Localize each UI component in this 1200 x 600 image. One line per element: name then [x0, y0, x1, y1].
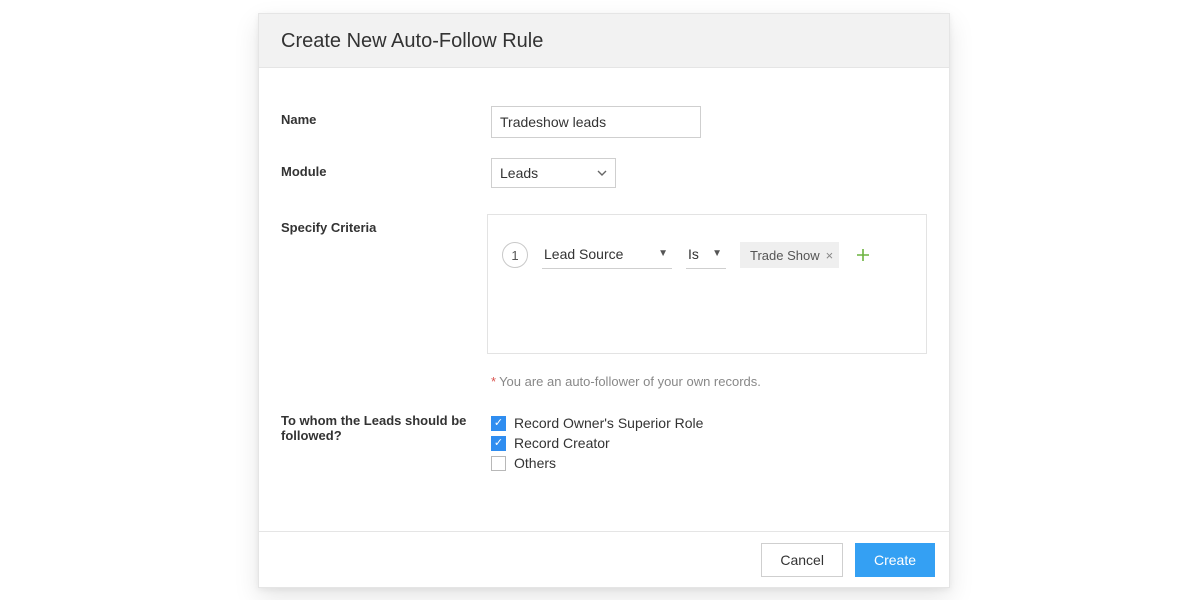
- follower-option: Record Owner's Superior Role: [491, 415, 927, 431]
- criteria-note-text: You are an auto-follower of your own rec…: [499, 374, 761, 389]
- criteria-box: 1 Lead Source ▼ Is ▼ Trade Show ×: [487, 214, 927, 354]
- control-module: Leads: [491, 158, 927, 188]
- follower-label: Others: [514, 455, 556, 471]
- caret-down-icon: ▼: [712, 248, 722, 259]
- remove-chip-icon[interactable]: ×: [826, 248, 834, 263]
- rule-name-input[interactable]: [491, 106, 701, 138]
- control-name: [491, 106, 927, 138]
- chevron-down-icon: [597, 170, 607, 176]
- follower-label: Record Owner's Superior Role: [514, 415, 703, 431]
- create-button[interactable]: Create: [855, 543, 935, 577]
- criteria-field-select[interactable]: Lead Source ▼: [542, 241, 672, 269]
- label-criteria: Specify Criteria: [281, 214, 487, 235]
- criteria-value-chip[interactable]: Trade Show ×: [740, 242, 839, 268]
- checkbox-record-creator[interactable]: [491, 436, 506, 451]
- row-name: Name: [281, 106, 927, 138]
- label-module: Module: [281, 158, 491, 179]
- criteria-note: *You are an auto-follower of your own re…: [491, 374, 927, 389]
- row-module: Module Leads: [281, 158, 927, 188]
- row-followers: To whom the Leads should be followed? Re…: [281, 411, 927, 475]
- criteria-operator-select[interactable]: Is ▼: [686, 241, 726, 269]
- criteria-operator-value: Is: [688, 246, 699, 262]
- module-select-value: Leads: [500, 165, 538, 181]
- label-followers: To whom the Leads should be followed?: [281, 411, 491, 443]
- criteria-value-text: Trade Show: [750, 248, 820, 263]
- criteria-index: 1: [502, 242, 528, 268]
- control-criteria: 1 Lead Source ▼ Is ▼ Trade Show ×: [487, 214, 927, 354]
- follower-option: Record Creator: [491, 435, 927, 451]
- checkbox-superior-role[interactable]: [491, 416, 506, 431]
- modal-footer: Cancel Create: [259, 531, 949, 587]
- control-followers: Record Owner's Superior Role Record Crea…: [491, 411, 927, 475]
- asterisk-icon: *: [491, 374, 496, 389]
- create-auto-follow-rule-modal: Create New Auto-Follow Rule Name Module …: [258, 13, 950, 588]
- modal-body: Name Module Leads Specify Criteria: [259, 68, 949, 475]
- add-criteria-icon[interactable]: [853, 245, 873, 265]
- criteria-row: 1 Lead Source ▼ Is ▼ Trade Show ×: [502, 241, 912, 269]
- follower-option: Others: [491, 455, 927, 471]
- follower-label: Record Creator: [514, 435, 610, 451]
- cancel-button[interactable]: Cancel: [761, 543, 843, 577]
- caret-down-icon: ▼: [658, 248, 668, 259]
- label-name: Name: [281, 106, 491, 127]
- module-select[interactable]: Leads: [491, 158, 616, 188]
- criteria-field-value: Lead Source: [544, 246, 623, 262]
- modal-title: Create New Auto-Follow Rule: [281, 30, 927, 53]
- checkbox-others[interactable]: [491, 456, 506, 471]
- row-criteria: Specify Criteria 1 Lead Source ▼ Is ▼: [281, 214, 927, 354]
- modal-header: Create New Auto-Follow Rule: [259, 14, 949, 68]
